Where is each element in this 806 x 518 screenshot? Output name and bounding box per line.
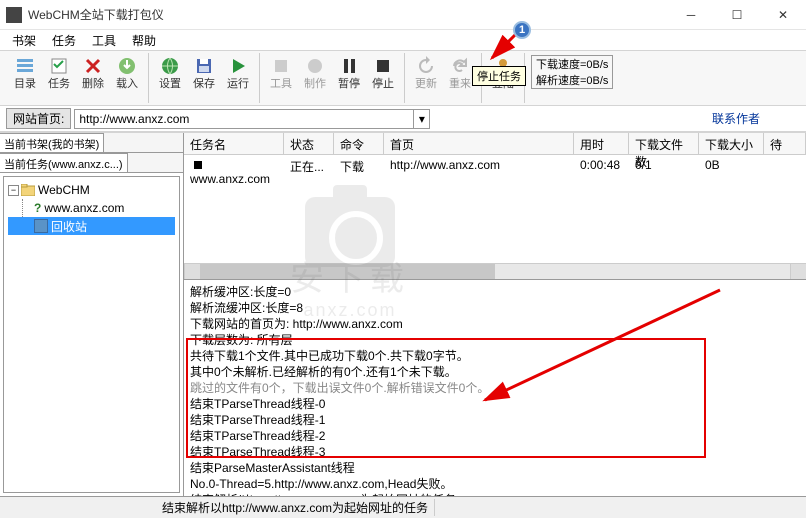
delete-button[interactable]: 删除 bbox=[76, 53, 110, 103]
log-line: 解析流缓冲区:长度=8 bbox=[190, 301, 303, 315]
question-icon: ? bbox=[34, 201, 41, 215]
annotation-badge-1: 1 bbox=[513, 21, 531, 39]
recycle-icon bbox=[34, 219, 48, 233]
parse-speed: 解析速度=0B/s bbox=[536, 72, 608, 88]
main-area: 当前书架(我的书架) 当前任务(www.anxz.c...) − WebCHM … bbox=[0, 132, 806, 496]
run-button[interactable]: 运行 bbox=[221, 53, 255, 103]
tree-recycle[interactable]: 回收站 bbox=[8, 217, 175, 235]
speed-display: 下载速度=0B/s 解析速度=0B/s bbox=[531, 55, 613, 89]
list-hscroll[interactable] bbox=[184, 263, 806, 279]
minimize-button[interactable]: ─ bbox=[668, 0, 714, 30]
col-time[interactable]: 用时 bbox=[574, 133, 629, 154]
left-tabs: 当前书架(我的书架) bbox=[0, 133, 183, 153]
app-icon bbox=[6, 7, 22, 23]
window-title: WebCHM全站下载打包仪 bbox=[28, 6, 668, 23]
download-speed: 下载速度=0B/s bbox=[536, 56, 608, 72]
make-button: 制作 bbox=[298, 53, 332, 103]
scroll-left-button[interactable] bbox=[184, 264, 200, 279]
log-line: No.0-Thread=5.http://www.anxz.com,Head失败… bbox=[190, 477, 452, 491]
log-line: 结束ParseMasterAssistant线程 bbox=[190, 461, 355, 475]
maximize-button[interactable]: ☐ bbox=[714, 0, 760, 30]
save-button[interactable]: 保存 bbox=[187, 53, 221, 103]
url-label: 网站首页: bbox=[6, 108, 71, 129]
menu-task[interactable]: 任务 bbox=[44, 30, 84, 51]
col-status[interactable]: 状态 bbox=[284, 133, 334, 154]
log-line: 跳过的文件有0个，下载出误文件0个.解析错误文件0个。 bbox=[190, 381, 489, 395]
toolbar: 目录 任务 删除 载入 设置 保存 运行 工具 制作 暂停 停止 更新 重来 登… bbox=[0, 50, 806, 106]
tree-recycle-label: 回收站 bbox=[51, 218, 87, 235]
log-line: 结束TParseThread线程-3 bbox=[190, 445, 325, 459]
url-input[interactable] bbox=[74, 109, 414, 129]
col-name[interactable]: 任务名 bbox=[184, 133, 284, 154]
scroll-thumb[interactable] bbox=[200, 264, 495, 279]
col-size[interactable]: 下载大小 bbox=[699, 133, 764, 154]
task-row[interactable]: www.anxz.com 正在... 下载 http://www.anxz.co… bbox=[184, 155, 806, 189]
collapse-icon[interactable]: − bbox=[8, 185, 19, 196]
left-pane: 当前书架(我的书架) 当前任务(www.anxz.c...) − WebCHM … bbox=[0, 133, 184, 496]
update-button: 更新 bbox=[409, 53, 443, 103]
log-line: 下载网站的首页为: http://www.anxz.com bbox=[190, 317, 403, 331]
log-line: 结束TParseThread线程-1 bbox=[190, 413, 325, 427]
col-filecount[interactable]: 下载文件数 bbox=[629, 133, 699, 154]
stop-button[interactable]: 停止 bbox=[366, 53, 400, 103]
tree-root-label: WebCHM bbox=[38, 183, 90, 197]
tree-site[interactable]: ? www.anxz.com bbox=[8, 199, 175, 217]
tasks-button[interactable]: 任务 bbox=[42, 53, 76, 103]
contact-author-link[interactable]: 联系作者 bbox=[712, 110, 800, 127]
menu-tool[interactable]: 工具 bbox=[84, 30, 124, 51]
tab-shelf[interactable]: 当前书架(我的书架) bbox=[0, 133, 104, 152]
row-icon bbox=[194, 161, 202, 169]
col-wait[interactable]: 待 bbox=[764, 133, 806, 154]
col-cmd[interactable]: 命令 bbox=[334, 133, 384, 154]
url-dropdown-button[interactable]: ▾ bbox=[414, 109, 430, 129]
urlbar: 网站首页: ▾ 联系作者 bbox=[0, 106, 806, 132]
titlebar: WebCHM全站下载打包仪 ─ ☐ ✕ bbox=[0, 0, 806, 30]
right-pane: 任务名 状态 命令 首页 用时 下载文件数 下载大小 待 www.anxz.co… bbox=[184, 133, 806, 496]
menu-help[interactable]: 帮助 bbox=[124, 30, 164, 51]
load-button[interactable]: 载入 bbox=[110, 53, 144, 103]
log-line: 解析缓冲区:长度=0 bbox=[190, 285, 291, 299]
folder-icon bbox=[21, 184, 35, 196]
log-line: 共待下载1个文件.其中已成功下载0个.共下载0字节。 bbox=[190, 349, 469, 363]
log-line: 结束解析以http://www.anxz.com为起始网址的任务 bbox=[190, 493, 456, 496]
close-button[interactable]: ✕ bbox=[760, 0, 806, 30]
pause-button[interactable]: 暂停 bbox=[332, 53, 366, 103]
log-line: 结束TParseThread线程-2 bbox=[190, 429, 325, 443]
menubar: 书架 任务 工具 帮助 bbox=[0, 30, 806, 50]
task-list-header: 任务名 状态 命令 首页 用时 下载文件数 下载大小 待 bbox=[184, 133, 806, 155]
settings-button[interactable]: 设置 bbox=[153, 53, 187, 103]
log-panel[interactable]: 解析缓冲区:长度=0 解析流缓冲区:长度=8 下载网站的首页为: http://… bbox=[184, 279, 806, 496]
tab-current-task[interactable]: 当前任务(www.anxz.c...) bbox=[0, 153, 128, 172]
stop-tooltip: 停止任务 bbox=[472, 66, 526, 86]
statusbar: 结束解析以http://www.anxz.com为起始网址的任务 bbox=[0, 496, 806, 518]
tree-root[interactable]: − WebCHM bbox=[8, 181, 175, 199]
log-line: 其中0个未解析.已经解析的有0个.还有1个未下载。 bbox=[190, 365, 457, 379]
log-line: 结束TParseThread线程-0 bbox=[190, 397, 325, 411]
tree-site-label: www.anxz.com bbox=[44, 201, 124, 215]
col-home[interactable]: 首页 bbox=[384, 133, 574, 154]
tree-view[interactable]: − WebCHM ? www.anxz.com 回收站 bbox=[3, 176, 180, 493]
scroll-right-button[interactable] bbox=[790, 264, 806, 279]
tool-button: 工具 bbox=[264, 53, 298, 103]
catalog-button[interactable]: 目录 bbox=[8, 53, 42, 103]
log-line: 下载层数为: 所有层 bbox=[190, 333, 293, 347]
menu-shelf[interactable]: 书架 bbox=[4, 30, 44, 51]
